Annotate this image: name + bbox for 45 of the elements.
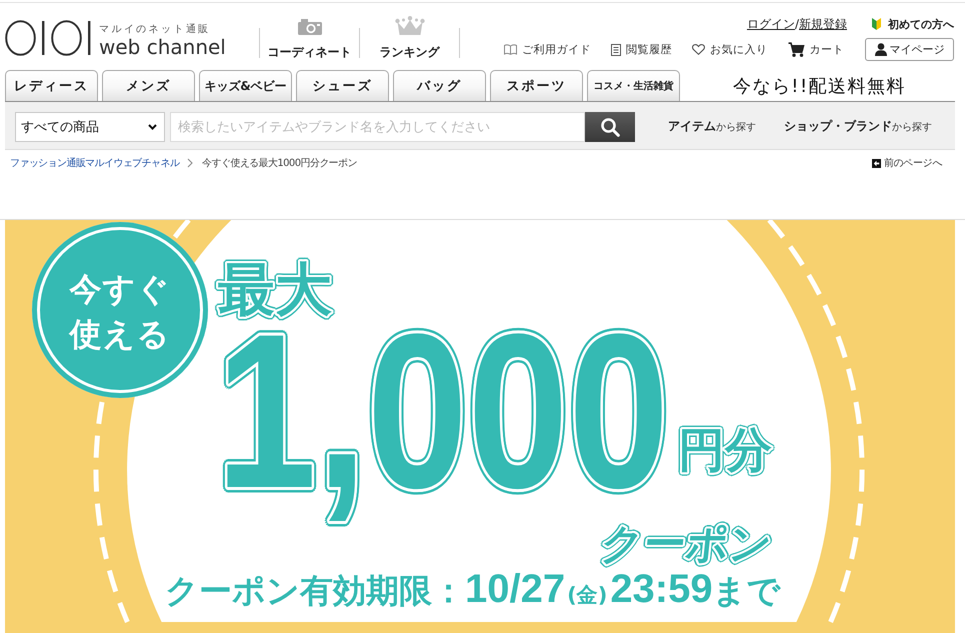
utility-link[interactable]: お気に入り: [692, 42, 768, 57]
category-tab[interactable]: シューズ: [296, 70, 389, 101]
cart-icon: [788, 42, 804, 57]
back-arrow-icon: [872, 158, 881, 168]
browse-link[interactable]: アイテムから探す: [668, 118, 756, 135]
nav-link[interactable]: コーディネート: [260, 3, 359, 69]
scope-dropdown[interactable]: すべての商品: [15, 112, 165, 142]
category-tab[interactable]: バッグ: [393, 70, 486, 101]
logo-icon: [5, 20, 91, 56]
promo-text: 今なら!!配送料無料: [732, 74, 908, 98]
coupon-text: クーポン: [598, 523, 774, 565]
breadcrumb-current: 今すぐ使える最大1000円分クーポン: [202, 156, 357, 170]
leaf-mark-icon: [872, 18, 881, 30]
mypage-button[interactable]: マイページ: [865, 38, 954, 61]
category-tab[interactable]: レディース: [5, 70, 98, 101]
crown-icon: [394, 16, 424, 35]
category-tab[interactable]: スポーツ: [490, 70, 583, 101]
search-button[interactable]: [585, 112, 635, 142]
logo-text: web channel: [99, 36, 226, 58]
breadcrumb-link[interactable]: ファッション通販マルイウェブチャネル: [10, 156, 180, 170]
utility-link[interactable]: 閲覧履歴: [611, 42, 672, 57]
book-icon: [504, 44, 517, 55]
logo-tagline: マルイのネット通販: [99, 24, 212, 36]
category-tab[interactable]: メンズ: [102, 70, 195, 101]
unit-text: 円分: [678, 427, 772, 474]
back-link[interactable]: 前のページへ: [872, 156, 942, 170]
login-link[interactable]: ログイン: [746, 16, 795, 32]
category-tab[interactable]: キッズ&ベビー: [199, 70, 292, 101]
document-icon: [611, 44, 621, 56]
register-link[interactable]: 新規登録: [799, 16, 847, 32]
heart-icon: [692, 44, 705, 55]
expiry-text: クーポン有効期限：10/27(金)23:59まで: [165, 567, 781, 612]
utility-link[interactable]: ご利用ガイド: [504, 42, 591, 57]
beginner-link[interactable]: 初めての方へ: [872, 16, 954, 32]
category-tab[interactable]: コスメ・生活雑貨: [587, 70, 680, 101]
separator: /: [794, 17, 799, 31]
camera-icon: [298, 19, 322, 35]
person-icon: [874, 43, 886, 56]
search-field[interactable]: 検索したいアイテムやブランド名を入力してください: [170, 112, 585, 142]
browse-link[interactable]: ショップ・ブランドから探す: [784, 118, 932, 135]
chevron-down-icon: [148, 124, 157, 130]
chevron-right-icon: [187, 158, 194, 168]
utility-link[interactable]: カート: [788, 42, 844, 57]
search-icon: [600, 117, 620, 137]
nav-link[interactable]: ランキング: [360, 3, 459, 69]
